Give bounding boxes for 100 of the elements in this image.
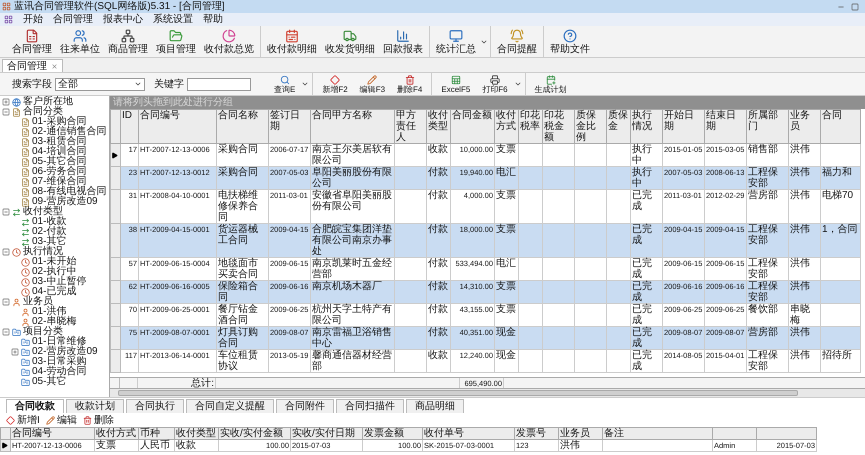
keyword-input[interactable] [187,78,251,90]
column-header[interactable]: 收付类型 [426,110,450,144]
tree-item[interactable]: 08-有线电视合同 [32,187,106,197]
column-header[interactable]: 签订日期 [268,110,310,144]
column-header[interactable]: 收付方式 [494,110,518,144]
collapse-icon[interactable] [2,328,10,336]
toolbar-button[interactable]: 收付款明细 [263,26,321,57]
column-header[interactable]: ID [120,110,138,144]
toolbar-button[interactable]: 往来单位 [56,26,104,57]
toolbar-button[interactable]: 回款报表 [379,26,427,57]
toolbar-button[interactable]: 收付款总览 [200,26,258,57]
column-header[interactable]: 实收/实付金额 [218,428,290,440]
toolbar-button[interactable]: 统计汇总 [432,26,480,57]
column-header[interactable]: 合同编号 [138,110,216,144]
column-header[interactable]: 质保金 [606,110,630,144]
tree-item[interactable]: 07-维保合同 [32,177,86,187]
action-button[interactable]: 打印F6 [476,73,514,95]
tree-item[interactable]: 03-租赁合同 [32,137,86,147]
tree-item[interactable]: 06-劳务合同 [32,167,86,177]
scrollbar-thumb[interactable] [118,390,798,396]
action-button[interactable]: 生成计划 [528,73,573,95]
menu-item[interactable]: 合同管理 [53,14,93,25]
toolbar-button[interactable]: 项目管理 [152,26,200,57]
dropdown-caret-icon[interactable] [134,80,142,88]
tree-item[interactable]: 业务员 [23,297,53,307]
column-header[interactable]: 合同名称 [216,110,268,144]
detail-tab[interactable]: 商品明细 [406,399,464,413]
dropdown-caret-icon[interactable] [514,80,522,88]
collapse-icon[interactable] [2,298,10,306]
toolbar-button[interactable]: 收发货明细 [321,26,379,57]
tree-item[interactable]: 执行情况 [23,247,63,257]
action-button[interactable]: 删除F4 [391,73,428,95]
tree-item[interactable]: 02-付款 [32,227,66,237]
detail-tab[interactable]: 收款计划 [66,399,124,413]
column-header[interactable]: 业务员 [558,428,602,440]
tree-item[interactable]: 04-已完成 [32,287,76,297]
tree-item[interactable]: 收付类型 [23,207,63,217]
column-header[interactable]: 合同 [820,110,860,144]
action-button[interactable]: 查询E [268,73,302,95]
action-button[interactable]: 编辑F3 [354,73,392,95]
tree-item[interactable]: 03-日常采购 [32,357,86,367]
menu-item[interactable]: 开始 [23,14,43,25]
detail-action-button[interactable]: 编辑 [46,414,77,426]
tree-item[interactable]: 项目分类 [23,327,63,337]
column-header[interactable]: 收付单号 [422,428,514,440]
tree-item[interactable]: 02-执行中 [32,267,76,277]
detail-tab[interactable]: 合同收款 [6,399,64,413]
toolbar-button[interactable]: 合同提醒 [493,26,541,57]
detail-tab[interactable]: 合同扫描件 [336,399,404,413]
tree-item[interactable]: 04-培训合同 [32,147,86,157]
dropdown-caret-icon[interactable] [301,80,310,88]
column-header[interactable]: 所属部门 [746,110,788,144]
tree-item[interactable]: 03-中止暂停 [32,277,86,287]
tree-item[interactable]: 05-其它 [32,377,66,387]
collapse-icon[interactable] [2,108,10,116]
toolbar-button[interactable]: 合同管理 [8,26,56,57]
close-icon[interactable] [51,62,58,70]
column-header[interactable]: 甲方责任人 [394,110,426,144]
column-header[interactable]: 质保金比例 [574,110,606,144]
tree-item[interactable]: 01-收款 [32,217,66,227]
tree-item[interactable]: 02-通信销售合同 [32,127,106,137]
column-header[interactable]: 币种 [138,428,174,440]
column-header[interactable]: 发票号 [514,428,558,440]
action-button[interactable]: ExcelF5 [435,73,476,95]
menu-item[interactable]: 系统设置 [153,14,193,25]
detail-tab[interactable]: 合同执行 [126,399,184,413]
column-header[interactable]: 合同甲方名称 [310,110,394,144]
tree-item[interactable]: 05-其它合同 [32,157,86,167]
column-header[interactable]: 实收/实付日期 [290,428,362,440]
tree-item[interactable]: 02-串晓梅 [32,317,76,327]
column-header[interactable]: 合同金额 [450,110,494,144]
tree-item[interactable]: 01-日常维修 [32,337,86,347]
action-button[interactable]: 新增F2 [316,73,354,95]
menu-item[interactable]: 帮助 [203,14,223,25]
tree-item[interactable]: 03-其它 [32,237,66,247]
detail-action-button[interactable]: 新增I [6,414,40,426]
document-tab[interactable]: 合同管理 [2,59,63,72]
column-header[interactable]: 收付类型 [174,428,218,440]
tree-item[interactable]: 合同分类 [23,107,63,117]
tree-item[interactable]: 01-采购合同 [32,117,86,127]
toolbar-button[interactable]: 商品管理 [104,26,152,57]
collapse-icon[interactable] [2,208,10,216]
column-header[interactable]: 业务员 [788,110,820,144]
expand-icon[interactable] [11,348,19,356]
horizontal-scrollbar[interactable] [110,389,865,397]
column-header[interactable]: 收付方式 [94,428,138,440]
tree-item[interactable]: 04-劳动合同 [32,367,86,377]
row-selector[interactable] [110,144,120,166]
tree-item[interactable]: 09-营房改造09 [32,197,98,207]
detail-tab[interactable]: 合同自定义提醒 [186,399,274,413]
column-header[interactable]: 备注 [602,428,712,440]
tree-item[interactable]: 02-营房改造09 [32,347,98,357]
tree-item[interactable]: 01-未开始 [32,257,76,267]
column-header[interactable]: 执行情况 [630,110,662,144]
toolbar-button[interactable]: 帮助文件 [546,26,594,57]
detail-tab[interactable]: 合同附件 [276,399,334,413]
column-header[interactable]: 开始日期 [662,110,704,144]
search-field-dropdown[interactable]: 全部 [55,78,145,90]
tree-item[interactable]: 01-洪伟 [32,307,66,317]
column-header[interactable]: 印花税金额 [542,110,574,144]
